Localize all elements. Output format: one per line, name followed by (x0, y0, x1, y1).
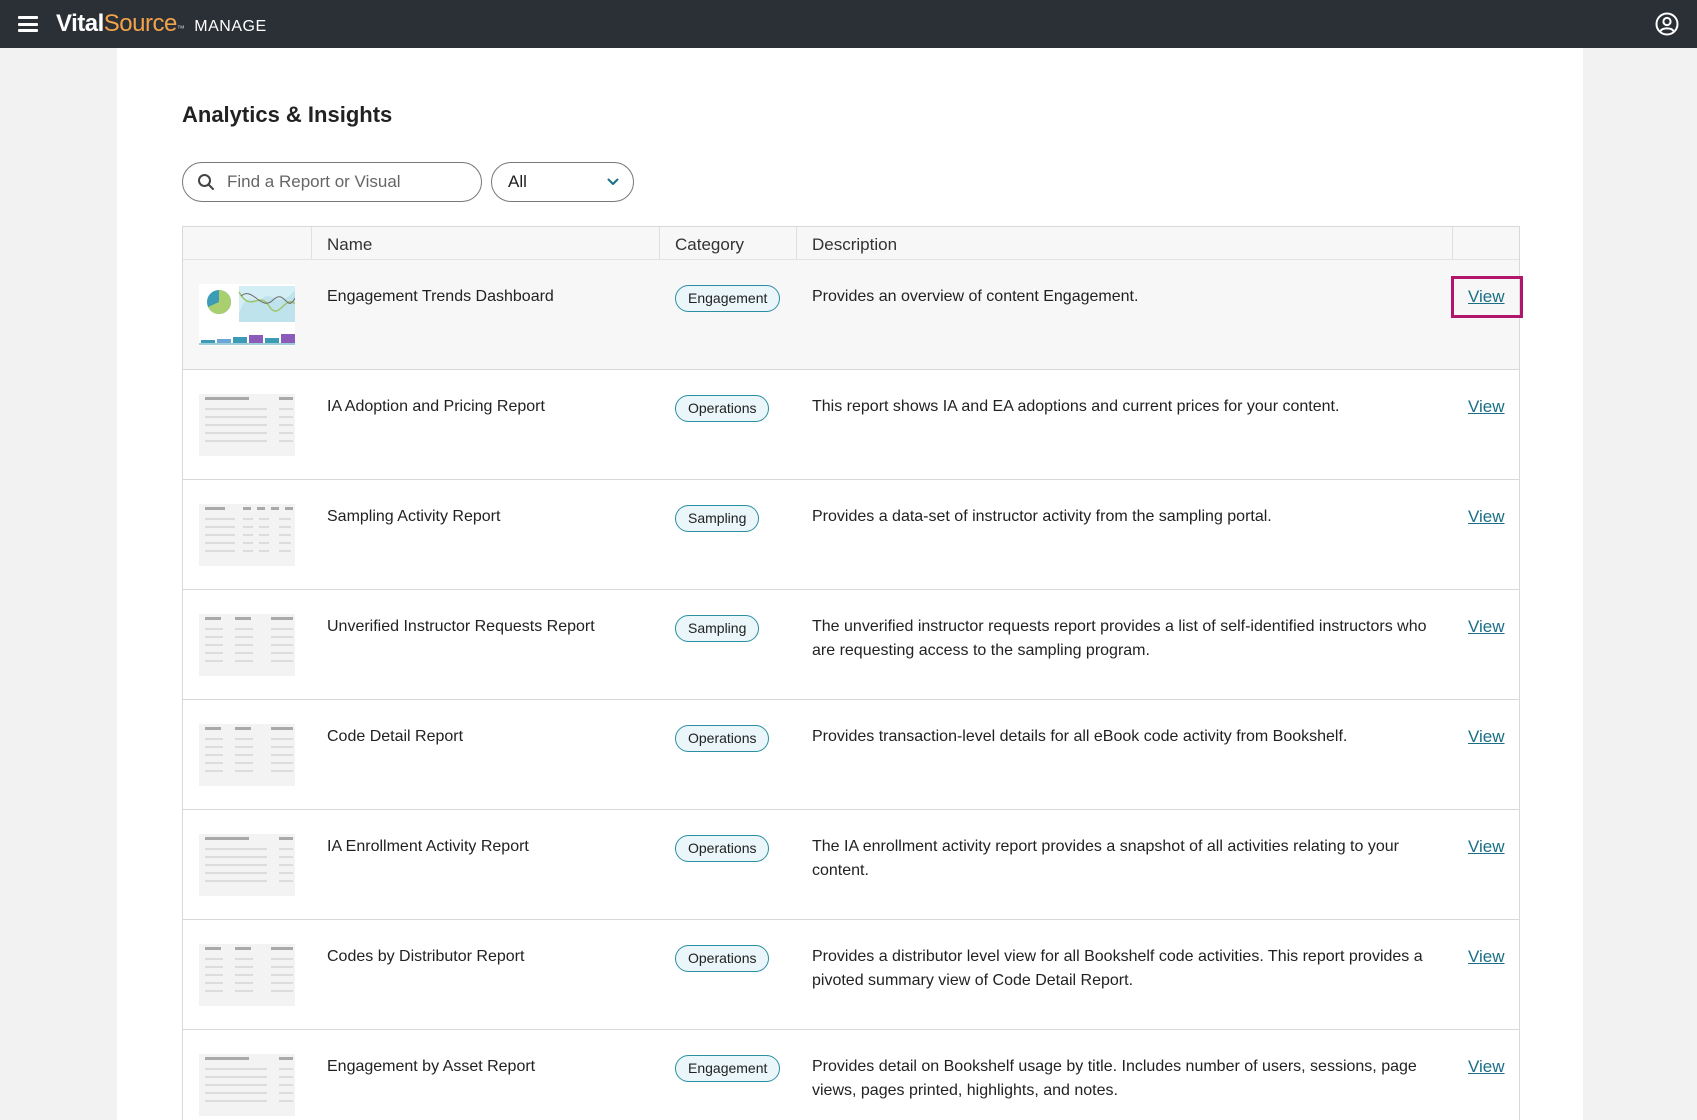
user-circle-icon[interactable] (1655, 12, 1679, 36)
reports-table: Name Category Description Engagement Tre… (182, 226, 1523, 1120)
table-row: IA Enrollment Activity Report Operations T… (183, 810, 1519, 920)
category-filter-value: All (508, 172, 527, 191)
report-action-cell: View (1453, 590, 1519, 699)
report-name: Engagement Trends Dashboard (327, 288, 554, 305)
report-category-cell: Engagement (660, 260, 797, 369)
report-thumbnail (183, 480, 312, 589)
brand-product: MANAGE (194, 18, 267, 35)
report-action-cell: View (1453, 370, 1519, 479)
report-thumbnail (183, 700, 312, 809)
report-name: Engagement by Asset Report (327, 1058, 536, 1075)
report-action-cell: View (1453, 700, 1519, 809)
report-description: This report shows IA and EA adoptions an… (812, 398, 1340, 415)
column-header-name[interactable]: Name (312, 227, 660, 259)
hamburger-icon[interactable] (18, 16, 38, 32)
view-report-link[interactable]: View (1468, 727, 1505, 746)
report-description: The unverified instructor requests repor… (812, 618, 1427, 659)
report-category-cell: Operations (660, 920, 797, 1029)
category-badge: Sampling (675, 615, 760, 642)
report-name: Sampling Activity Report (327, 508, 501, 525)
main-content: Analytics & Insights All Name Category D… (117, 48, 1583, 1120)
table-header: Name Category Description (183, 227, 1519, 260)
report-name: Codes by Distributor Report (327, 948, 525, 965)
column-header-description[interactable]: Description (797, 227, 1453, 259)
table-row: Engagement Trends Dashboard Engagement Pro… (183, 260, 1523, 370)
report-thumbnail (183, 260, 312, 369)
search-box[interactable] (182, 162, 482, 202)
column-header-thumbnail (183, 227, 312, 259)
report-thumbnail (183, 590, 312, 699)
brand-vital: Vital (56, 10, 104, 37)
column-header-category[interactable]: Category (660, 227, 797, 259)
report-name: IA Adoption and Pricing Report (327, 398, 545, 415)
report-category-cell: Engagement (660, 1030, 797, 1120)
report-thumbnail (183, 370, 312, 479)
view-report-link[interactable]: View (1468, 947, 1505, 966)
report-action-cell: View (1453, 1030, 1519, 1120)
report-action-cell: View (1453, 920, 1519, 1029)
category-badge: Operations (675, 725, 770, 752)
chevron-down-icon (607, 178, 619, 185)
report-description: Provides a data-set of instructor activi… (812, 508, 1272, 525)
report-thumbnail (183, 810, 312, 919)
brand-source: Source (103, 10, 178, 37)
category-badge: Operations (675, 945, 770, 972)
category-badge: Operations (675, 395, 770, 422)
view-report-link[interactable]: View (1468, 397, 1505, 416)
report-description: Provides a distributor level view for al… (812, 948, 1423, 989)
table-row: Unverified Instructor Requests Report Sam… (183, 590, 1519, 700)
search-input[interactable] (225, 171, 459, 193)
table-row: Code Detail Report Operations Provides tra… (183, 700, 1519, 810)
report-category-cell: Operations (660, 810, 797, 919)
report-description: The IA enrollment activity report provid… (812, 838, 1399, 879)
table-row: IA Adoption and Pricing Report Operations… (183, 370, 1519, 480)
report-description: Provides detail on Bookshelf usage by ti… (812, 1058, 1417, 1099)
report-name: IA Enrollment Activity Report (327, 838, 529, 855)
brand-logo[interactable]: Vital Source ™ MANAGE (56, 10, 267, 38)
report-description: Provides transaction-level details for a… (812, 728, 1348, 745)
report-thumbnail (183, 920, 312, 1029)
category-badge: Engagement (675, 1055, 781, 1082)
table-row: Engagement by Asset Report Engagement Prov… (183, 1030, 1519, 1120)
view-report-link[interactable]: View (1468, 507, 1505, 526)
category-badge: Engagement (675, 285, 781, 312)
view-report-link[interactable]: View (1468, 617, 1505, 636)
top-navigation-bar: Vital Source ™ MANAGE (0, 0, 1697, 48)
brand-trademark: ™ (176, 24, 185, 33)
view-report-link[interactable]: View (1468, 837, 1505, 856)
report-category-cell: Sampling (660, 480, 797, 589)
report-category-cell: Operations (660, 370, 797, 479)
table-row: Sampling Activity Report Sampling Provides… (183, 480, 1519, 590)
report-name: Unverified Instructor Requests Report (327, 618, 595, 635)
report-action-cell: View (1451, 260, 1523, 369)
report-description: Provides an overview of content Engageme… (812, 288, 1139, 305)
category-filter-select[interactable]: All (491, 162, 634, 202)
view-report-link[interactable]: View (1468, 1057, 1505, 1076)
report-name: Code Detail Report (327, 728, 464, 745)
report-thumbnail (183, 1030, 312, 1120)
category-badge: Operations (675, 835, 770, 862)
page-title: Analytics & Insights (182, 102, 393, 127)
column-header-action (1453, 227, 1519, 259)
report-action-cell: View (1453, 810, 1519, 919)
search-icon (198, 174, 214, 190)
report-category-cell: Sampling (660, 590, 797, 699)
table-row: Codes by Distributor Report Operations Pro… (183, 920, 1519, 1030)
view-report-link[interactable]: View (1468, 287, 1505, 306)
category-badge: Sampling (675, 505, 760, 532)
report-category-cell: Operations (660, 700, 797, 809)
report-action-cell: View (1453, 480, 1519, 589)
table-body: Engagement Trends Dashboard Engagement Pro… (183, 260, 1523, 1120)
